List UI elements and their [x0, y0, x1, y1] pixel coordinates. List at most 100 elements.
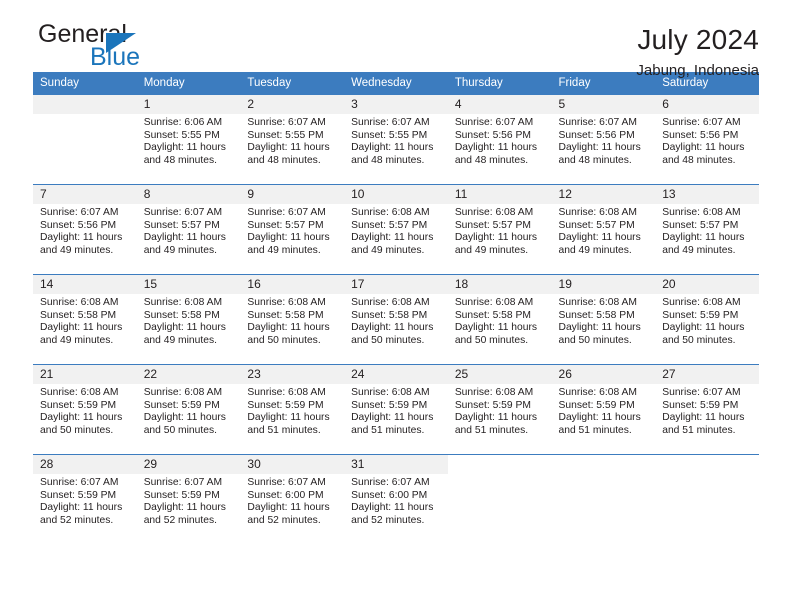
- daylight-text-line2: and 49 minutes.: [247, 244, 321, 256]
- daylight-text-line2: and 50 minutes.: [247, 334, 321, 346]
- daylight-text-line1: Daylight: 11 hours: [662, 412, 745, 424]
- daylight-text-line2: and 50 minutes.: [351, 334, 425, 346]
- calendar-day-cell[interactable]: 11 Sunrise: 6:08 AM Sunset: 5:57 PM Dayligh…: [447, 184, 552, 275]
- day-details: Sunrise: 6:08 AM Sunset: 5:58 PM Daylight:…: [33, 294, 137, 347]
- calendar-empty-cell: [655, 454, 759, 545]
- calendar-day-cell[interactable]: 25 Sunrise: 6:08 AM Sunset: 5:59 PM Dayligh…: [447, 364, 552, 455]
- sunrise-text: Sunrise: 6:08 AM: [247, 297, 326, 308]
- daylight-text-line2: and 49 minutes.: [454, 244, 529, 256]
- day-number: 20: [655, 275, 759, 294]
- day-number: 22: [136, 365, 241, 384]
- general-blue-logo[interactable]: General Blue: [33, 22, 233, 78]
- day-details: Sunrise: 6:08 AM Sunset: 5:58 PM Daylight:…: [448, 294, 552, 347]
- calendar-day-cell[interactable]: 7 Sunrise: 6:07 AM Sunset: 5:56 PM Daylight…: [33, 184, 137, 275]
- daylight-text-line2: and 49 minutes.: [143, 334, 217, 346]
- daylight-text-line1: Daylight: 11 hours: [247, 142, 330, 154]
- sunset-text: Sunset: 6:00 PM: [351, 489, 428, 501]
- daylight-text-line2: and 49 minutes.: [143, 244, 217, 256]
- daylight-text-line2: and 48 minutes.: [143, 154, 217, 166]
- calendar-day-cell[interactable]: 21 Sunrise: 6:08 AM Sunset: 5:59 PM Dayligh…: [33, 364, 137, 455]
- day-details: Sunrise: 6:07 AM Sunset: 5:57 PM Daylight:…: [137, 204, 241, 257]
- calendar-week-row: 28 Sunrise: 6:07 AM Sunset: 5:59 PM Dayligh…: [33, 454, 759, 545]
- calendar-day-cell[interactable]: 28 Sunrise: 6:07 AM Sunset: 5:59 PM Dayligh…: [33, 454, 137, 545]
- day-number: 7: [33, 185, 137, 204]
- daylight-text-line1: Daylight: 11 hours: [143, 322, 226, 334]
- calendar-day-cell[interactable]: 15 Sunrise: 6:08 AM Sunset: 5:58 PM Dayligh…: [136, 274, 241, 365]
- calendar-page: General Blue July 2024 Jabung, Indonesia…: [0, 0, 792, 612]
- calendar-empty-cell: [33, 94, 137, 185]
- daylight-text-line2: and 52 minutes.: [247, 514, 321, 526]
- day-number: 4: [447, 95, 552, 114]
- sunset-text: Sunset: 6:00 PM: [247, 489, 324, 501]
- calendar-day-cell[interactable]: 23 Sunrise: 6:08 AM Sunset: 5:59 PM Dayligh…: [240, 364, 345, 455]
- calendar-day-cell[interactable]: 30 Sunrise: 6:07 AM Sunset: 6:00 PM Dayligh…: [240, 454, 345, 545]
- calendar-day-cell[interactable]: 2 Sunrise: 6:07 AM Sunset: 5:55 PM Daylight…: [240, 94, 345, 185]
- day-number: 16: [240, 275, 345, 294]
- day-details: Sunrise: 6:07 AM Sunset: 5:56 PM Daylight:…: [655, 114, 759, 167]
- day-number: 30: [240, 455, 345, 474]
- calendar-day-cell[interactable]: 26 Sunrise: 6:08 AM Sunset: 5:59 PM Dayligh…: [551, 364, 656, 455]
- calendar-day-cell[interactable]: 16 Sunrise: 6:08 AM Sunset: 5:58 PM Dayligh…: [240, 274, 345, 365]
- calendar-day-cell[interactable]: 13 Sunrise: 6:08 AM Sunset: 5:57 PM Dayligh…: [655, 184, 759, 275]
- calendar-day-cell[interactable]: 31 Sunrise: 6:07 AM Sunset: 6:00 PM Dayligh…: [344, 454, 448, 545]
- calendar-day-cell[interactable]: 3 Sunrise: 6:07 AM Sunset: 5:55 PM Daylight…: [344, 94, 448, 185]
- daylight-text-line1: Daylight: 11 hours: [351, 232, 434, 244]
- daylight-text-line1: Daylight: 11 hours: [662, 232, 745, 244]
- sunset-text: Sunset: 5:59 PM: [351, 399, 428, 411]
- weekday-header-tuesday: Tuesday: [240, 72, 345, 95]
- calendar-day-cell[interactable]: 12 Sunrise: 6:08 AM Sunset: 5:57 PM Dayligh…: [551, 184, 656, 275]
- daylight-text-line2: and 51 minutes.: [454, 424, 529, 436]
- daylight-text-line1: Daylight: 11 hours: [558, 232, 641, 244]
- sunset-text: Sunset: 5:59 PM: [247, 399, 324, 411]
- calendar-day-cell[interactable]: 9 Sunrise: 6:07 AM Sunset: 5:57 PM Daylight…: [240, 184, 345, 275]
- calendar-day-cell[interactable]: 14 Sunrise: 6:08 AM Sunset: 5:58 PM Dayligh…: [33, 274, 137, 365]
- daylight-text-line2: and 49 minutes.: [40, 334, 114, 346]
- daylight-text-line1: Daylight: 11 hours: [247, 412, 330, 424]
- calendar-week-row: 1 Sunrise: 6:06 AM Sunset: 5:55 PM Daylight…: [33, 94, 759, 185]
- sunset-text: Sunset: 5:58 PM: [40, 309, 117, 321]
- sunrise-text: Sunrise: 6:07 AM: [247, 117, 326, 128]
- calendar-day-cell[interactable]: 4 Sunrise: 6:07 AM Sunset: 5:56 PM Daylight…: [447, 94, 552, 185]
- day-details: Sunrise: 6:08 AM Sunset: 5:58 PM Daylight:…: [137, 294, 241, 347]
- sunset-text: Sunset: 5:57 PM: [662, 219, 739, 231]
- calendar-day-cell[interactable]: 5 Sunrise: 6:07 AM Sunset: 5:56 PM Daylight…: [551, 94, 656, 185]
- calendar-day-cell[interactable]: 1 Sunrise: 6:06 AM Sunset: 5:55 PM Daylight…: [136, 94, 241, 185]
- calendar-day-cell[interactable]: 24 Sunrise: 6:08 AM Sunset: 5:59 PM Dayligh…: [344, 364, 448, 455]
- day-details: Sunrise: 6:08 AM Sunset: 5:57 PM Daylight:…: [344, 204, 448, 257]
- calendar-day-cell[interactable]: 19 Sunrise: 6:08 AM Sunset: 5:58 PM Dayligh…: [551, 274, 656, 365]
- calendar-day-cell[interactable]: 20 Sunrise: 6:08 AM Sunset: 5:59 PM Dayligh…: [655, 274, 759, 365]
- daylight-text-line2: and 52 minutes.: [143, 514, 217, 526]
- calendar-day-cell[interactable]: 18 Sunrise: 6:08 AM Sunset: 5:58 PM Dayligh…: [447, 274, 552, 365]
- sunrise-text: Sunrise: 6:07 AM: [351, 117, 430, 128]
- sunset-text: Sunset: 5:55 PM: [351, 129, 428, 141]
- sunrise-text: Sunrise: 6:08 AM: [558, 387, 637, 398]
- day-details: Sunrise: 6:07 AM Sunset: 5:56 PM Daylight:…: [33, 204, 137, 257]
- daylight-text-line2: and 52 minutes.: [351, 514, 425, 526]
- day-details: Sunrise: 6:08 AM Sunset: 5:59 PM Daylight:…: [552, 384, 656, 437]
- calendar-empty-cell: [551, 454, 656, 545]
- calendar-week-row: 7 Sunrise: 6:07 AM Sunset: 5:56 PM Daylight…: [33, 184, 759, 275]
- page-header: General Blue July 2024 Jabung, Indonesia: [33, 0, 759, 80]
- day-number: 27: [655, 365, 759, 384]
- calendar-day-cell[interactable]: 6 Sunrise: 6:07 AM Sunset: 5:56 PM Daylight…: [655, 94, 759, 185]
- sunset-text: Sunset: 5:55 PM: [247, 129, 324, 141]
- sunrise-text: Sunrise: 6:08 AM: [40, 297, 119, 308]
- calendar-day-cell[interactable]: 29 Sunrise: 6:07 AM Sunset: 5:59 PM Dayligh…: [136, 454, 241, 545]
- calendar-day-cell[interactable]: 10 Sunrise: 6:08 AM Sunset: 5:57 PM Dayligh…: [344, 184, 448, 275]
- daylight-text-line2: and 52 minutes.: [40, 514, 114, 526]
- calendar-week-row: 21 Sunrise: 6:08 AM Sunset: 5:59 PM Dayligh…: [33, 364, 759, 455]
- calendar-body: 1 Sunrise: 6:06 AM Sunset: 5:55 PM Daylight…: [33, 94, 759, 545]
- day-details: Sunrise: 6:07 AM Sunset: 6:00 PM Daylight:…: [240, 474, 344, 527]
- calendar-day-cell[interactable]: 8 Sunrise: 6:07 AM Sunset: 5:57 PM Daylight…: [136, 184, 241, 275]
- day-number: 26: [551, 365, 656, 384]
- daylight-text-line1: Daylight: 11 hours: [351, 502, 434, 514]
- day-number: 25: [447, 365, 552, 384]
- calendar-day-cell[interactable]: 22 Sunrise: 6:08 AM Sunset: 5:59 PM Dayligh…: [136, 364, 241, 455]
- sunset-text: Sunset: 5:58 PM: [351, 309, 428, 321]
- day-number: 31: [344, 455, 448, 474]
- daylight-text-line2: and 50 minutes.: [662, 334, 736, 346]
- calendar-day-cell[interactable]: 27 Sunrise: 6:07 AM Sunset: 5:59 PM Dayligh…: [655, 364, 759, 455]
- daylight-text-line1: Daylight: 11 hours: [143, 142, 226, 154]
- calendar-day-cell[interactable]: 17 Sunrise: 6:08 AM Sunset: 5:58 PM Dayligh…: [344, 274, 448, 365]
- day-number: 11: [447, 185, 552, 204]
